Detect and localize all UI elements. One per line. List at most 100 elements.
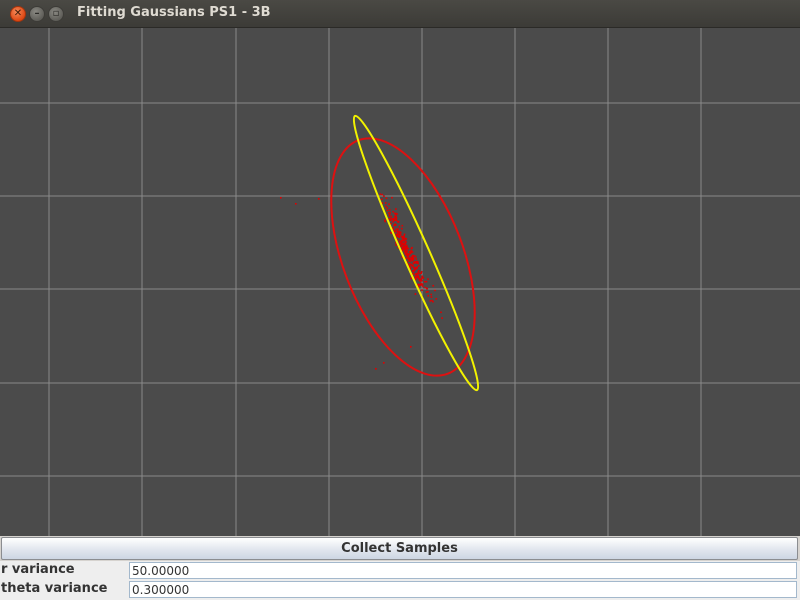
sample-point bbox=[383, 362, 385, 364]
sample-point bbox=[408, 259, 411, 261]
sample-point bbox=[394, 214, 397, 216]
sample-point bbox=[407, 253, 409, 255]
plot-canvas[interactable] bbox=[0, 28, 800, 536]
sample-point bbox=[410, 258, 413, 260]
sample-point bbox=[390, 215, 393, 218]
sample-point bbox=[400, 245, 402, 248]
sample-point bbox=[391, 196, 393, 199]
r-variance-input[interactable] bbox=[129, 562, 797, 579]
sample-point bbox=[384, 219, 386, 221]
sample-point bbox=[440, 311, 442, 314]
sample-point bbox=[401, 239, 404, 242]
sample-point bbox=[375, 368, 377, 370]
sample-point bbox=[379, 193, 382, 195]
sample-point bbox=[427, 278, 429, 280]
sample-point bbox=[412, 258, 415, 261]
sample-point bbox=[395, 228, 397, 231]
sample-point bbox=[401, 236, 404, 239]
sample-point bbox=[404, 243, 406, 245]
sample-point bbox=[390, 222, 392, 225]
sample-point bbox=[395, 208, 397, 210]
sample-point bbox=[414, 293, 417, 295]
sample-point bbox=[425, 280, 428, 283]
sample-point bbox=[386, 207, 389, 209]
sample-point bbox=[386, 209, 389, 212]
sample-point bbox=[403, 233, 406, 236]
sample-point bbox=[401, 227, 403, 230]
sample-point bbox=[392, 210, 394, 213]
sample-point bbox=[417, 262, 419, 265]
theta-variance-input[interactable] bbox=[129, 581, 797, 598]
sample-point bbox=[280, 197, 282, 199]
sample-point bbox=[396, 220, 399, 223]
sample-point bbox=[399, 233, 402, 236]
sample-point bbox=[421, 277, 423, 279]
sample-point bbox=[413, 267, 416, 270]
sample-point bbox=[398, 231, 401, 234]
sample-point bbox=[398, 225, 401, 228]
sample-point bbox=[395, 216, 397, 218]
sample-point bbox=[432, 284, 434, 287]
sample-point bbox=[410, 277, 412, 280]
sample-point bbox=[318, 198, 320, 200]
sample-point bbox=[389, 209, 391, 211]
button-row: Collect Samples bbox=[0, 536, 800, 561]
sample-point bbox=[404, 250, 406, 253]
sample-point bbox=[421, 275, 424, 278]
sample-point bbox=[387, 212, 390, 214]
sample-point bbox=[388, 215, 391, 217]
sample-point bbox=[416, 273, 419, 275]
sample-point bbox=[384, 202, 387, 204]
sample-point bbox=[413, 255, 416, 257]
sample-point bbox=[424, 286, 427, 289]
sample-point bbox=[419, 272, 422, 275]
sample-point bbox=[417, 270, 420, 273]
collect-samples-button[interactable]: Collect Samples bbox=[1, 537, 798, 560]
sample-point bbox=[427, 290, 429, 293]
sample-point bbox=[398, 240, 401, 243]
sample-point bbox=[390, 219, 392, 222]
sample-point bbox=[414, 261, 416, 264]
sample-point bbox=[427, 294, 429, 297]
sample-point bbox=[408, 253, 411, 256]
r-variance-row: r variance bbox=[0, 561, 800, 580]
sample-point bbox=[394, 230, 396, 233]
sample-point bbox=[394, 219, 396, 221]
sample-point bbox=[385, 205, 387, 208]
sample-point bbox=[396, 234, 398, 236]
sample-point bbox=[418, 279, 421, 281]
sample-point bbox=[389, 212, 391, 214]
sample-point bbox=[392, 220, 394, 223]
sample-point bbox=[421, 289, 423, 291]
sample-point bbox=[406, 257, 409, 259]
sample-point bbox=[402, 248, 405, 250]
sample-point bbox=[411, 270, 414, 272]
sample-point bbox=[395, 244, 397, 246]
sample-point bbox=[426, 287, 428, 290]
sample-point bbox=[430, 293, 432, 296]
sample-point bbox=[441, 317, 443, 319]
sample-point bbox=[425, 291, 428, 293]
sample-point bbox=[380, 198, 383, 201]
sample-point bbox=[410, 250, 413, 252]
sample-point bbox=[420, 279, 423, 282]
sample-point bbox=[398, 236, 400, 239]
sample-point bbox=[410, 247, 413, 250]
theta-variance-label: theta variance bbox=[1, 581, 108, 596]
close-icon[interactable]: ✕ bbox=[10, 6, 26, 22]
sample-point bbox=[416, 275, 419, 278]
sample-point bbox=[390, 231, 392, 234]
sample-point bbox=[383, 195, 385, 198]
maximize-icon[interactable]: ▫ bbox=[48, 6, 64, 22]
sample-point bbox=[414, 273, 417, 275]
title-bar[interactable]: ✕ – ▫ Fitting Gaussians PS1 - 3B bbox=[0, 0, 800, 28]
sample-point bbox=[409, 267, 412, 269]
sample-point bbox=[393, 217, 396, 220]
sample-point bbox=[424, 280, 426, 283]
sample-point bbox=[405, 247, 408, 250]
sample-point bbox=[432, 300, 434, 303]
window-title: Fitting Gaussians PS1 - 3B bbox=[77, 5, 271, 20]
plot-background bbox=[0, 28, 800, 536]
sample-point bbox=[430, 296, 433, 298]
minimize-icon[interactable]: – bbox=[29, 6, 45, 22]
